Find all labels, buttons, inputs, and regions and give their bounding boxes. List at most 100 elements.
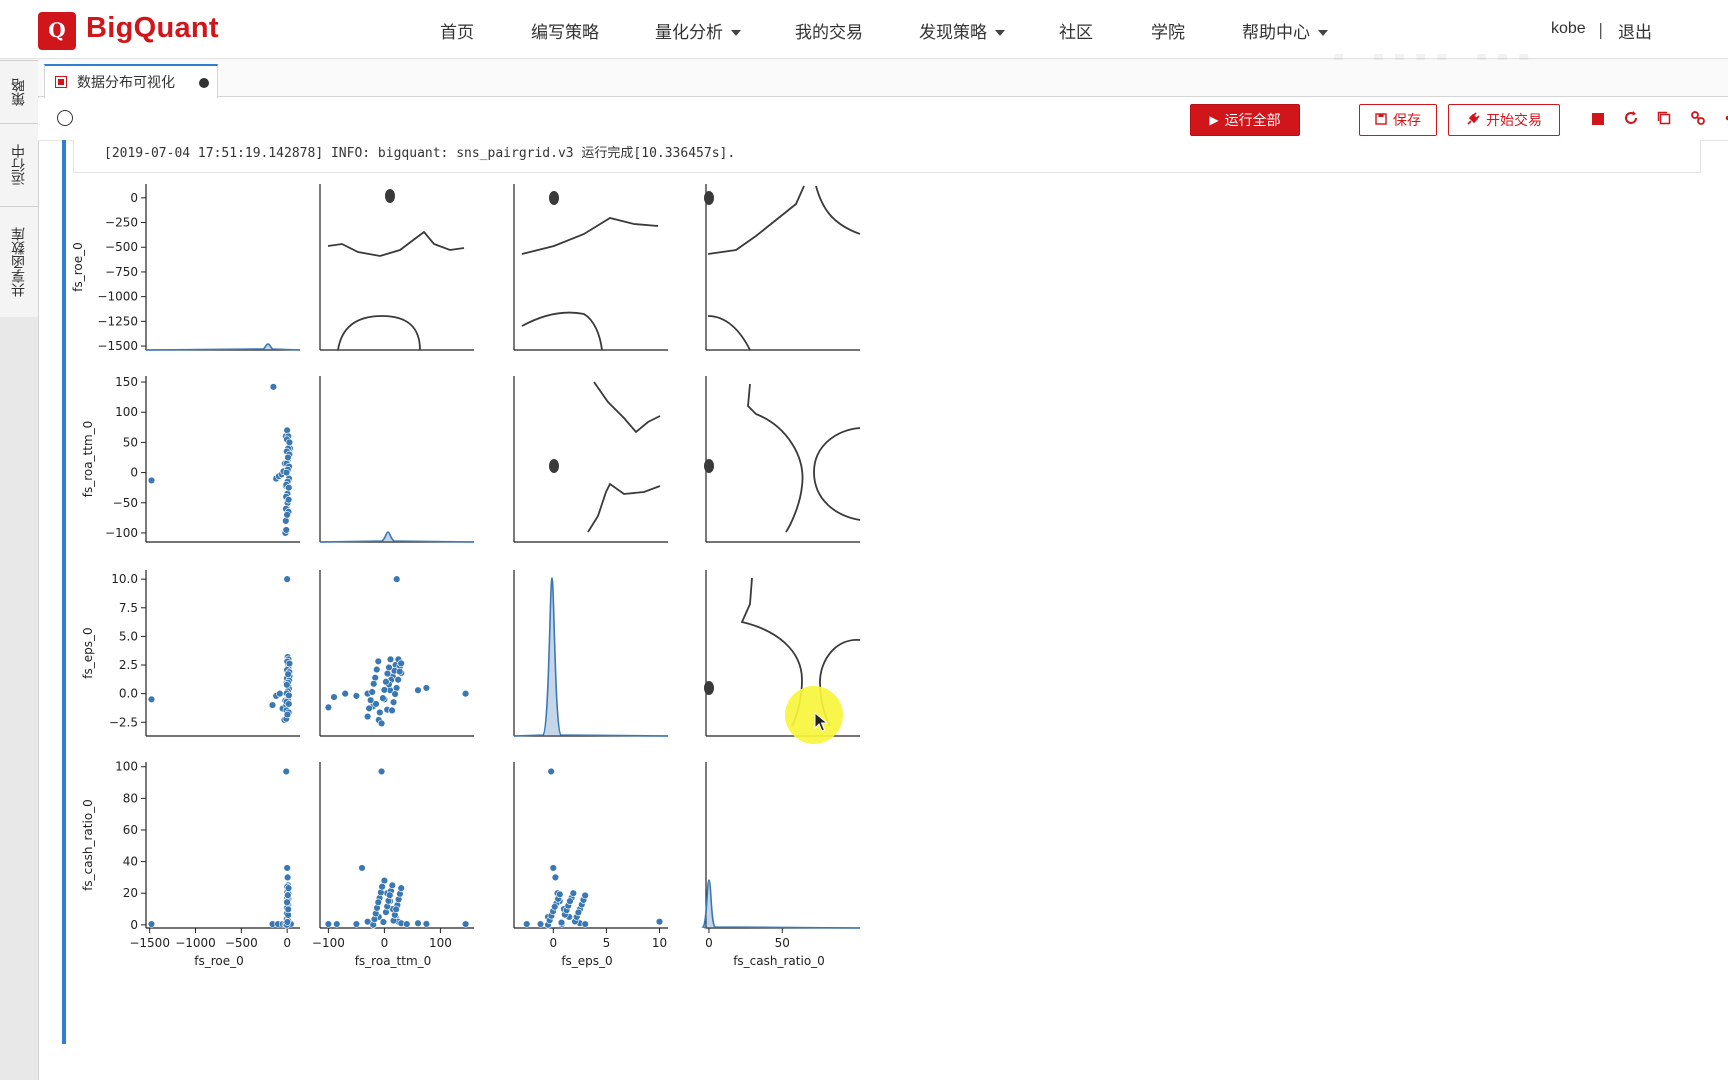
x-tick-label: 0 <box>705 936 713 950</box>
kde-contour <box>707 315 751 351</box>
nav-community[interactable]: 社区 <box>1059 18 1093 43</box>
scatter-point <box>282 517 290 525</box>
brand-name[interactable]: BigQuant <box>86 12 219 45</box>
scatter-point <box>365 704 373 713</box>
scatter-point <box>392 684 401 692</box>
stop-icon[interactable] <box>1589 110 1607 128</box>
scatter-point <box>284 884 293 892</box>
x-axis-label: fs_roa_ttm_0 <box>355 954 432 968</box>
left-sidebar: 策略 运行中 共享函数库 <box>0 60 39 1080</box>
nav-discover-strategy[interactable]: 发现策略 <box>919 18 1005 43</box>
kde-line <box>513 577 669 737</box>
scatter-point <box>284 496 293 504</box>
log-line: [2019-07-04 17:51:19.142878] INFO: bigqu… <box>104 146 736 161</box>
y-tick-label: −750 <box>105 265 138 279</box>
kde-line <box>319 531 475 543</box>
kde-fill <box>514 578 668 736</box>
nav-quant-analysis[interactable]: 量化分析 <box>655 18 741 43</box>
sidebar-tab-shared-functions[interactable]: 共享函数库 <box>0 206 38 317</box>
scatter-point <box>366 696 375 704</box>
pairgrid-panel <box>145 570 300 737</box>
scatter-point <box>341 689 349 698</box>
scatter-point <box>284 891 292 899</box>
scatter-point <box>549 864 557 872</box>
logout-link[interactable]: 退出 <box>1618 18 1652 43</box>
start-trade-button[interactable]: 开始交易 <box>1448 104 1560 136</box>
top-navbar: Q BigQuant 首页 编写策略 量化分析 我的交易 发现策略 社区 学院 … <box>0 0 1728 59</box>
pairgrid-panel <box>705 376 860 543</box>
notebook-file-icon <box>55 76 67 88</box>
scatter-point <box>461 689 470 698</box>
y-tick-label: −1000 <box>97 290 138 304</box>
scatter-point <box>268 701 277 709</box>
x-tick-label: 0 <box>381 936 389 950</box>
save-button[interactable]: 保存 <box>1359 104 1437 136</box>
run-all-button[interactable]: ▶ 运行全部 <box>1190 104 1300 136</box>
user-name-link[interactable]: kobe <box>1551 20 1586 38</box>
scatter-point <box>379 918 388 926</box>
plug-icon <box>1466 111 1480 129</box>
kde-contour <box>587 482 661 533</box>
editor-tab-strip: 数据分布可视化 <box>38 60 1728 98</box>
scatter-point <box>324 920 333 928</box>
scatter-point <box>393 575 401 583</box>
scatter-point <box>414 686 422 694</box>
pairgrid-panel <box>145 762 300 929</box>
y-tick-label: 0.0 <box>119 687 138 701</box>
scatter-point <box>282 767 290 776</box>
scatter-point <box>368 688 376 696</box>
x-tick-label: 50 <box>775 936 790 950</box>
scatter-point <box>283 681 291 689</box>
pairgrid-panel <box>705 762 860 929</box>
scatter-point <box>269 383 278 391</box>
kde-contour-blob <box>704 681 714 695</box>
share-icon[interactable] <box>1723 110 1728 128</box>
scatter-point <box>414 919 422 927</box>
kde-contour-blob <box>549 191 559 205</box>
scatter-point <box>391 690 399 698</box>
nav-help-center[interactable]: 帮助中心 <box>1242 18 1328 43</box>
y-tick-label: −1250 <box>97 314 138 328</box>
scatter-point <box>352 920 361 928</box>
scatter-point <box>461 920 470 928</box>
nav-academy[interactable]: 学院 <box>1151 18 1185 43</box>
scatter-point <box>551 903 559 911</box>
scatter-point <box>382 678 390 686</box>
nav-write-strategy[interactable]: 编写策略 <box>531 18 599 43</box>
kde-line <box>145 343 301 351</box>
scatter-point <box>403 920 411 928</box>
nav-home[interactable]: 首页 <box>440 18 474 43</box>
nav-my-trades[interactable]: 我的交易 <box>795 18 863 43</box>
bigquant-logo-icon[interactable]: Q <box>38 12 76 50</box>
scatter-point <box>380 876 389 885</box>
scatter-point <box>283 710 292 719</box>
y-tick-label: −2.5 <box>109 715 138 729</box>
scatter-point <box>536 920 545 928</box>
y-axis-label: fs_roe_0 <box>71 242 85 292</box>
unsaved-dot-icon[interactable] <box>199 78 209 88</box>
sidebar-tab-strategies[interactable]: 策略 <box>0 60 38 123</box>
x-tick-label: 10 <box>652 936 667 950</box>
scatter-point <box>283 426 291 435</box>
scatter-point <box>282 526 290 534</box>
y-tick-label: 20 <box>123 886 138 900</box>
restart-icon[interactable] <box>1622 110 1640 128</box>
scatter-point <box>386 891 394 899</box>
x-tick-label: −1000 <box>175 936 216 950</box>
scatter-point <box>285 691 293 700</box>
pairgrid-panel <box>705 184 860 351</box>
sidebar-tab-running[interactable]: 运行中 <box>0 123 38 206</box>
link-icon[interactable] <box>1689 110 1707 128</box>
pairgrid-panel <box>319 376 474 543</box>
scatter-point <box>388 881 396 890</box>
scatter-point <box>389 698 398 706</box>
scatter-point <box>370 680 378 688</box>
x-tick-label: 100 <box>429 936 452 950</box>
scatter-point <box>147 920 156 928</box>
y-tick-label: 40 <box>123 855 138 869</box>
copy-icon[interactable] <box>1655 110 1673 128</box>
scatter-point <box>283 873 292 882</box>
tab-data-distribution-visualization[interactable]: 数据分布可视化 <box>44 64 218 98</box>
kde-contour <box>593 381 661 434</box>
scatter-point <box>284 670 292 678</box>
